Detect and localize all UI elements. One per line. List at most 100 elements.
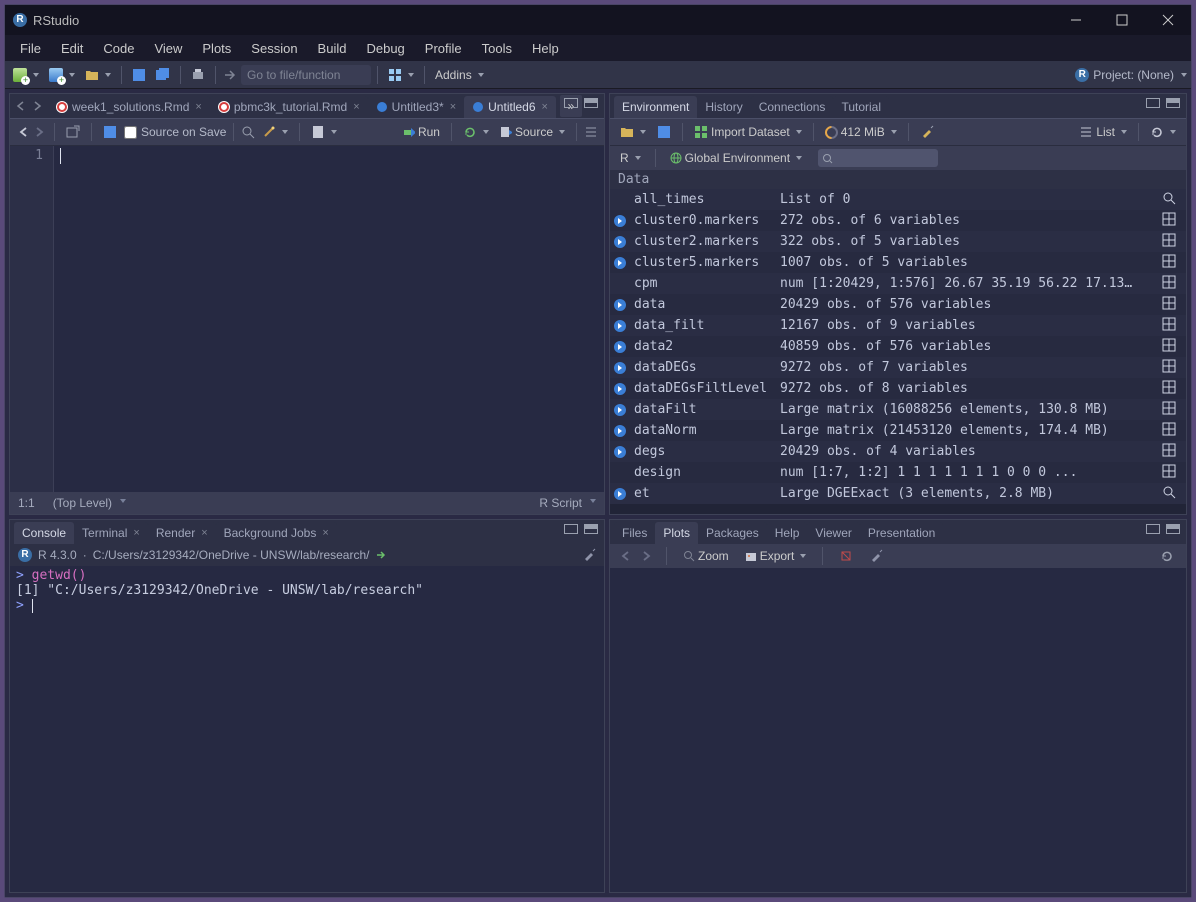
memory-usage[interactable]: 412 MiB xyxy=(821,121,901,143)
env-row[interactable]: cluster0.markers272 obs. of 6 variables xyxy=(610,210,1186,231)
menu-help[interactable]: Help xyxy=(523,38,568,59)
source-on-save[interactable]: Source on Save xyxy=(124,125,226,139)
expand-icon[interactable] xyxy=(614,236,626,248)
tab-packages[interactable]: Packages xyxy=(698,522,767,544)
view-table-icon[interactable] xyxy=(1162,401,1182,419)
refresh-button[interactable] xyxy=(1146,121,1180,143)
addins-button[interactable]: Addins xyxy=(431,64,488,86)
env-row[interactable]: dataNormLarge matrix (21453120 elements,… xyxy=(610,420,1186,441)
prev-plot-icon[interactable] xyxy=(618,549,632,563)
open-wd-icon[interactable] xyxy=(375,549,387,561)
save-button[interactable] xyxy=(128,64,150,86)
env-row[interactable]: data240859 obs. of 576 variables xyxy=(610,336,1186,357)
tab-plots[interactable]: Plots xyxy=(655,522,698,544)
print-button[interactable] xyxy=(187,64,209,86)
expand-icon[interactable] xyxy=(614,320,626,332)
view-mode-button[interactable]: List xyxy=(1075,121,1131,143)
maximize-pane-icon[interactable] xyxy=(584,524,598,534)
environment-selector[interactable]: Global Environment xyxy=(666,147,806,169)
minimize-button[interactable] xyxy=(1053,5,1099,35)
maximize-button[interactable] xyxy=(1099,5,1145,35)
env-row[interactable]: dataDEGsFiltLevel9272 obs. of 8 variable… xyxy=(610,378,1186,399)
view-table-icon[interactable] xyxy=(1162,422,1182,440)
goto-file-input[interactable]: Go to file/function xyxy=(241,65,371,85)
tab-connections[interactable]: Connections xyxy=(751,96,834,118)
working-directory[interactable]: C:/Users/z3129342/OneDrive - UNSW/lab/re… xyxy=(93,548,370,562)
source-on-save-checkbox[interactable] xyxy=(124,126,137,139)
rerun-button[interactable] xyxy=(459,121,493,143)
open-file-button[interactable] xyxy=(81,64,115,86)
env-row[interactable]: cluster5.markers1007 obs. of 5 variables xyxy=(610,252,1186,273)
close-icon[interactable]: × xyxy=(542,101,548,113)
close-button[interactable] xyxy=(1145,5,1191,35)
tab-presentation[interactable]: Presentation xyxy=(860,522,943,544)
tab-history[interactable]: History xyxy=(697,96,750,118)
new-project-button[interactable] xyxy=(45,64,79,86)
minimize-pane-icon[interactable] xyxy=(564,524,578,534)
tab-untitled6[interactable]: Untitled6× xyxy=(464,96,556,118)
expand-icon[interactable] xyxy=(614,362,626,374)
view-table-icon[interactable] xyxy=(1162,464,1182,482)
find-icon[interactable] xyxy=(241,125,255,139)
language-selector[interactable]: R xyxy=(616,147,645,169)
view-table-icon[interactable] xyxy=(1162,359,1182,377)
tab-tutorial[interactable]: Tutorial xyxy=(833,96,889,118)
menu-debug[interactable]: Debug xyxy=(357,38,413,59)
new-file-button[interactable] xyxy=(9,64,43,86)
tab-terminal[interactable]: Terminal× xyxy=(74,522,148,544)
env-row[interactable]: designnum [1:7, 1:2] 1 1 1 1 1 1 1 0 0 0… xyxy=(610,462,1186,483)
next-plot-icon[interactable] xyxy=(640,549,654,563)
env-row[interactable]: data_filt12167 obs. of 9 variables xyxy=(610,315,1186,336)
remove-plot-button[interactable] xyxy=(835,545,857,567)
menu-tools[interactable]: Tools xyxy=(473,38,521,59)
show-in-new-window-button[interactable] xyxy=(62,121,84,143)
minimize-pane-icon[interactable] xyxy=(1146,524,1160,534)
env-search-input[interactable] xyxy=(818,149,938,167)
env-row[interactable]: data20429 obs. of 576 variables xyxy=(610,294,1186,315)
workspace-panes-button[interactable] xyxy=(384,64,418,86)
view-table-icon[interactable] xyxy=(1162,212,1182,230)
menu-code[interactable]: Code xyxy=(94,38,143,59)
view-table-icon[interactable] xyxy=(1162,233,1182,251)
source-script-button[interactable]: Source xyxy=(496,121,569,143)
back-icon[interactable] xyxy=(16,125,30,139)
tab-files[interactable]: Files xyxy=(614,522,655,544)
save-doc-button[interactable] xyxy=(99,121,121,143)
menu-profile[interactable]: Profile xyxy=(416,38,471,59)
tab-environment[interactable]: Environment xyxy=(614,96,697,118)
tab-nav-right-icon[interactable] xyxy=(30,99,44,113)
minimize-pane-icon[interactable] xyxy=(1146,98,1160,108)
view-table-icon[interactable] xyxy=(1162,254,1182,272)
env-row[interactable]: dataFiltLarge matrix (16088256 elements,… xyxy=(610,399,1186,420)
outline-icon[interactable] xyxy=(584,125,598,139)
menu-view[interactable]: View xyxy=(145,38,191,59)
expand-icon[interactable] xyxy=(614,446,626,458)
tab-help[interactable]: Help xyxy=(767,522,808,544)
scope-selector[interactable]: (Top Level) xyxy=(53,496,126,510)
view-table-icon[interactable] xyxy=(1162,317,1182,335)
tab-background-jobs[interactable]: Background Jobs× xyxy=(216,522,337,544)
tab-untitled3[interactable]: Untitled3*× xyxy=(368,96,464,118)
close-icon[interactable]: × xyxy=(353,101,359,113)
import-dataset-button[interactable]: Import Dataset xyxy=(690,121,806,143)
inspect-icon[interactable] xyxy=(1162,485,1182,503)
zoom-button[interactable]: Zoom xyxy=(679,545,733,567)
close-icon[interactable]: × xyxy=(201,527,207,539)
expand-icon[interactable] xyxy=(614,383,626,395)
goto-file[interactable]: Go to file/function xyxy=(222,64,371,86)
environment-data[interactable]: Dataall_timesList of 0cluster0.markers27… xyxy=(610,170,1186,514)
titlebar[interactable]: R RStudio xyxy=(5,5,1191,35)
view-table-icon[interactable] xyxy=(1162,338,1182,356)
env-row[interactable]: cpmnum [1:20429, 1:576] 26.67 35.19 56.2… xyxy=(610,273,1186,294)
minimize-pane-icon[interactable] xyxy=(564,98,578,108)
env-row[interactable]: degs20429 obs. of 4 variables xyxy=(610,441,1186,462)
tab-week1-solutions[interactable]: week1_solutions.Rmd× xyxy=(48,96,210,118)
tab-pbmc3k-tutorial[interactable]: pbmc3k_tutorial.Rmd× xyxy=(210,96,368,118)
view-table-icon[interactable] xyxy=(1162,380,1182,398)
run-button[interactable]: Run xyxy=(399,121,444,143)
env-row[interactable]: all_timesList of 0 xyxy=(610,189,1186,210)
clear-workspace-button[interactable] xyxy=(916,121,938,143)
maximize-pane-icon[interactable] xyxy=(1166,98,1180,108)
save-workspace-button[interactable] xyxy=(653,121,675,143)
tab-console[interactable]: Console xyxy=(14,522,74,544)
